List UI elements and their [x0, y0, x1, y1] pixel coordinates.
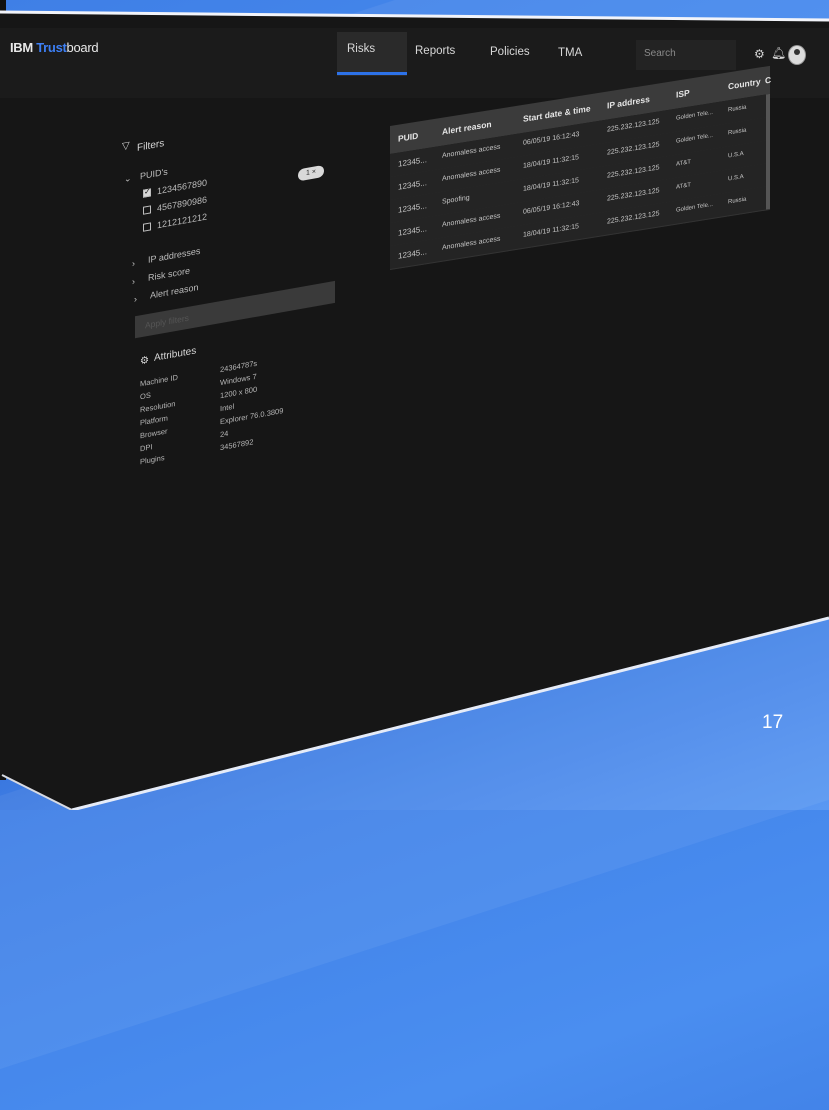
cell-country: U.S.A	[728, 150, 744, 160]
cell-puid: 12345...	[398, 178, 427, 192]
cell-alert-reason: Anomaless access	[442, 166, 501, 183]
cell-isp: AT&T	[676, 159, 691, 168]
puid-option-label: 1234567890	[157, 177, 208, 197]
chevron-right-icon[interactable]: ›	[134, 294, 137, 305]
attribute-label: Plugins	[140, 452, 165, 467]
attributes-icon: ⚙	[140, 354, 149, 368]
puid-filter-label[interactable]: PUID's	[140, 166, 168, 181]
cell-start-date: 18/04/19 11:32:15	[523, 177, 579, 193]
cell-start-date: 06/05/19 16:12:43	[523, 130, 580, 147]
attribute-label: Platform	[140, 413, 168, 428]
column-header-country[interactable]: Country	[728, 76, 761, 91]
attributes-title: Attributes	[154, 345, 197, 364]
cell-country: Russia	[728, 196, 747, 206]
tab-risks[interactable]: Risks	[347, 43, 375, 55]
cell-isp: Golden Tele...	[676, 132, 713, 145]
cell-alert-reason: Anomaless access	[442, 235, 501, 252]
chevron-right-icon[interactable]: ›	[132, 276, 135, 287]
tab-reports[interactable]: Reports	[415, 45, 455, 57]
attribute-value: 34567892	[220, 437, 254, 453]
cell-puid: 12345...	[398, 155, 427, 169]
puid-option-label: 1212121212	[157, 211, 208, 231]
column-header-ip-address[interactable]: IP address	[607, 94, 650, 111]
table-scrollbar[interactable]	[766, 93, 770, 210]
app-logo[interactable]: IBM Trustboard	[10, 40, 99, 55]
cell-isp: AT&T	[676, 182, 691, 191]
puid-option-label: 4567890986	[157, 194, 208, 214]
attribute-value: 1200 x 800	[220, 384, 258, 401]
cell-alert-reason: Anomaless access	[442, 143, 501, 160]
column-header-puid[interactable]: PUID	[398, 131, 418, 144]
bell-icon[interactable]: 🔔︎	[771, 46, 786, 60]
tab-tma[interactable]: TMA	[558, 47, 582, 59]
active-tab-indicator	[337, 72, 407, 75]
attribute-label: Machine ID	[140, 372, 178, 389]
attribute-label: Resolution	[140, 399, 176, 415]
cell-country: Russia	[728, 104, 747, 114]
chevron-down-icon[interactable]: ⌄	[124, 173, 132, 185]
attribute-value: 24	[220, 428, 229, 440]
cell-puid: 12345...	[398, 201, 427, 215]
cell-puid: 12345...	[398, 247, 427, 261]
column-header-alert-reason[interactable]: Alert reason	[442, 119, 492, 137]
logo-brand: IBM	[10, 40, 33, 55]
puid-checkbox[interactable]	[143, 188, 151, 198]
cell-ip-address: 225.232.123.125	[607, 118, 660, 134]
cell-isp: Golden Tele...	[676, 201, 713, 214]
attribute-label: OS	[140, 390, 151, 402]
cell-start-date: 18/04/19 11:32:15	[523, 154, 579, 170]
cell-ip-address: 225.232.123.125	[607, 187, 660, 203]
cell-alert-reason: Spoofing	[442, 194, 470, 206]
column-header-start-date[interactable]: Start date & time	[523, 103, 591, 124]
cell-start-date: 06/05/19 16:12:43	[523, 199, 580, 216]
cell-isp: Golden Tele...	[676, 109, 713, 122]
column-header-more[interactable]: C	[765, 75, 771, 86]
column-header-isp[interactable]: ISP	[676, 88, 690, 100]
filters-title: Filters	[137, 138, 165, 154]
cell-ip-address: 225.232.123.125	[607, 141, 660, 157]
ip-addresses-filter[interactable]: IP addresses	[148, 246, 200, 265]
filter-icon: ▽	[122, 140, 130, 153]
slide-number: 17	[762, 712, 784, 733]
cell-ip-address: 225.232.123.125	[607, 210, 660, 226]
cell-country: U.S.A	[728, 173, 744, 183]
logo-product-highlight: Trust	[36, 40, 67, 55]
puid-selected-badge[interactable]: 1 ×	[298, 164, 324, 182]
attribute-value: Intel	[220, 401, 235, 414]
puid-checkbox[interactable]	[143, 205, 151, 215]
cell-alert-reason: Anomaless access	[442, 212, 501, 229]
attribute-label: Browser	[140, 426, 168, 441]
tab-policies[interactable]: Policies	[490, 46, 530, 58]
chevron-right-icon[interactable]: ›	[132, 258, 135, 269]
search-input[interactable]: Search	[636, 40, 736, 70]
risk-score-filter[interactable]: Risk score	[148, 265, 190, 282]
cell-country: Russia	[728, 127, 747, 137]
gear-icon[interactable]: ⚙	[754, 47, 765, 61]
slide-background: { "slide": { "number": "17" }, "header":…	[0, 0, 829, 1110]
cell-start-date: 18/04/19 11:32:15	[523, 223, 579, 239]
cell-puid: 12345...	[398, 224, 427, 238]
avatar[interactable]	[788, 45, 806, 65]
cell-ip-address: 225.232.123.125	[607, 164, 660, 180]
attribute-label: DPI	[140, 442, 153, 454]
alert-reason-filter[interactable]: Alert reason	[150, 282, 199, 301]
puid-checkbox[interactable]	[143, 222, 151, 232]
logo-product-rest: board	[66, 40, 99, 55]
